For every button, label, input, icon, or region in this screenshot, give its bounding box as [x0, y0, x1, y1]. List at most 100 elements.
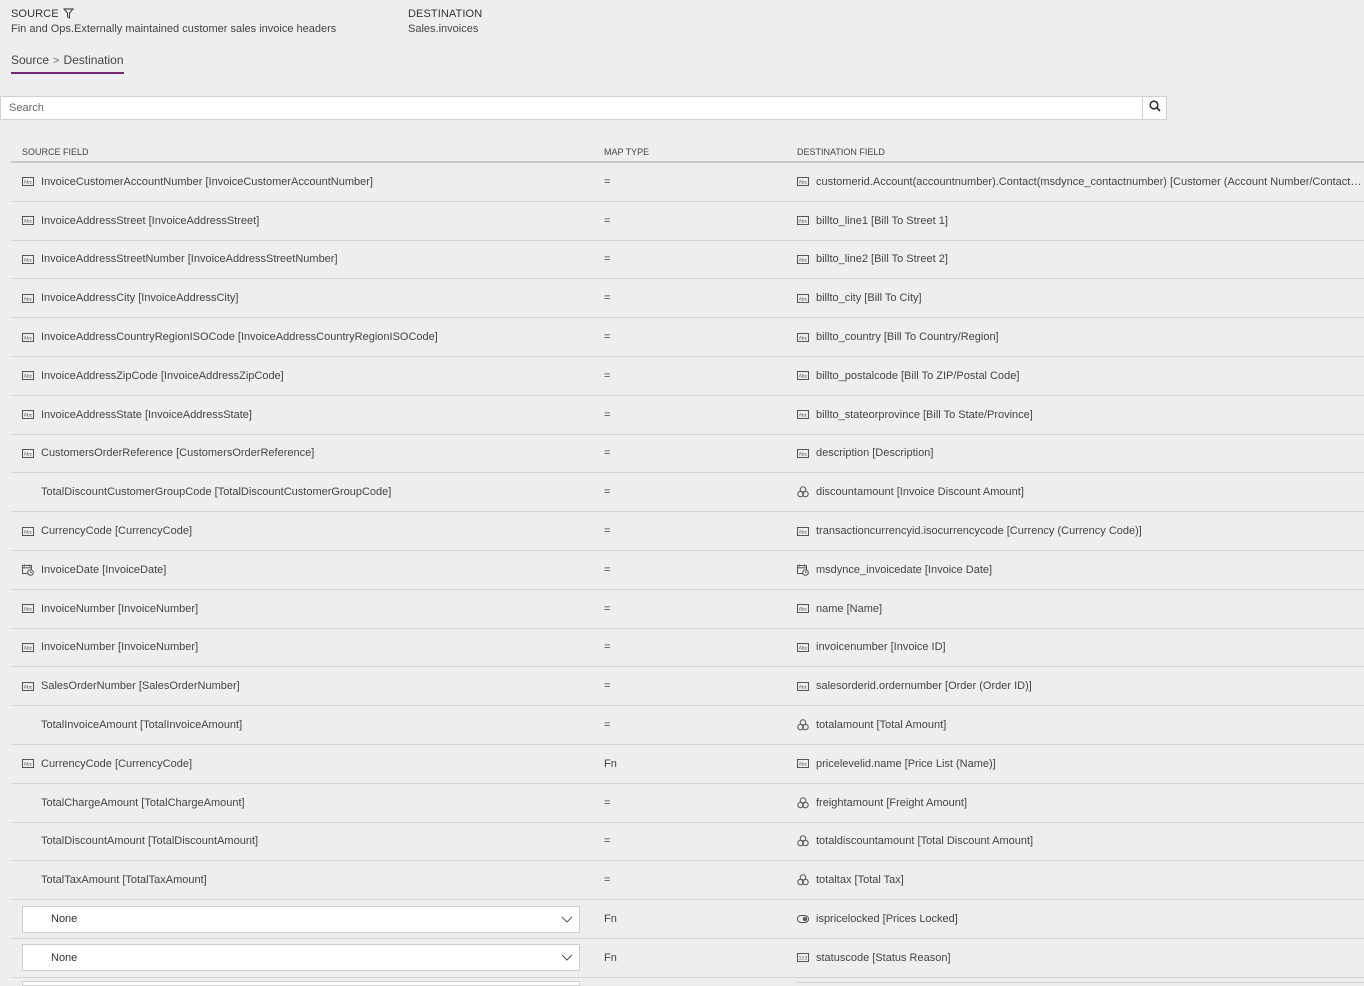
map-type-value[interactable]: =: [604, 253, 610, 265]
destination-field-name: totalamount [Total Amount]: [816, 719, 947, 732]
destination-field-cell: Abc description [Description]: [787, 447, 1364, 459]
destination-field-cell: msdynce_invoicedate [Invoice Date]: [787, 564, 1364, 576]
map-type-cell: =: [593, 409, 787, 421]
column-header-destination-field[interactable]: DESTINATION FIELD: [787, 147, 1364, 157]
mapping-row[interactable]: Abc CurrencyCode [CurrencyCode] Fn Abc pr…: [11, 745, 1364, 784]
mapping-row[interactable]: Abc CustomersOrderReference [CustomersOr…: [11, 435, 1364, 474]
mapping-row[interactable]: None Fn 123 statuscode [Status Reason]: [11, 939, 1364, 978]
source-field-cell: None: [11, 905, 593, 933]
destination-field-cell: totalamount [Total Amount]: [787, 719, 1364, 731]
mapping-row[interactable]: Abc InvoiceAddressState [InvoiceAddressS…: [11, 396, 1364, 435]
mapping-row[interactable]: TotalTaxAmount [TotalTaxAmount] = totalta…: [11, 861, 1364, 901]
source-field-select[interactable]: None: [22, 944, 580, 972]
map-type-value[interactable]: =: [604, 292, 610, 304]
map-type-value[interactable]: =: [604, 680, 610, 692]
number-field-icon: 123: [797, 952, 809, 964]
svg-text:Abc: Abc: [799, 335, 808, 341]
destination-field-name: ispricelocked [Prices Locked]: [816, 913, 958, 926]
mapping-row[interactable]: Abc InvoiceCustomerAccountNumber [Invoic…: [11, 163, 1364, 202]
map-type-value[interactable]: =: [604, 409, 610, 421]
svg-text:Abc: Abc: [799, 606, 808, 612]
map-type-cell: =: [593, 525, 787, 537]
mapping-row[interactable]: Abc InvoiceAddressCity [InvoiceAddressCi…: [11, 279, 1364, 319]
map-type-value[interactable]: =: [604, 835, 610, 847]
tab-source-destination[interactable]: Source > Destination: [11, 53, 124, 74]
map-type-cell: =: [593, 603, 787, 615]
map-type-value[interactable]: Fn: [604, 758, 617, 770]
destination-field-name: totaldiscountamount [Total Discount Amou…: [816, 835, 1034, 848]
destination-field-name: freightamount [Freight Amount]: [816, 796, 968, 809]
map-type-value[interactable]: =: [604, 797, 610, 809]
search-button[interactable]: [1142, 97, 1166, 119]
mapping-row[interactable]: None Fn ispricelocked [Prices Locked]: [11, 900, 1364, 939]
text-field-icon: Abc: [22, 370, 34, 382]
source-field-select[interactable]: None: [22, 905, 580, 933]
destination-field-cell: totaldiscountamount [Total Discount Amou…: [787, 835, 1364, 847]
map-type-value[interactable]: =: [604, 370, 610, 382]
map-type-value[interactable]: =: [604, 176, 610, 188]
map-type-value[interactable]: Fn: [604, 952, 617, 964]
source-field-cell: TotalTaxAmount [TotalTaxAmount]: [11, 874, 593, 886]
map-type-value[interactable]: =: [604, 719, 610, 731]
map-type-value[interactable]: =: [604, 564, 610, 576]
source-field-cell: Abc CurrencyCode [CurrencyCode]: [11, 758, 593, 770]
destination-field-name: customerid.Account(accountnumber).Contac…: [816, 175, 1364, 188]
field-mapping-table: SOURCE FIELD MAP TYPE DESTINATION FIELD …: [11, 143, 1364, 978]
text-field-icon: Abc: [22, 758, 34, 770]
currency-field-icon: [797, 719, 809, 731]
map-type-value[interactable]: =: [604, 874, 610, 886]
map-type-value[interactable]: =: [604, 641, 610, 653]
search-input[interactable]: [1, 97, 1142, 119]
source-field-name: InvoiceCustomerAccountNumber [InvoiceCus…: [41, 175, 373, 188]
map-type-value[interactable]: =: [604, 447, 610, 459]
map-type-cell: =: [593, 253, 787, 265]
mapping-row[interactable]: Abc SalesOrderNumber [SalesOrderNumber] =…: [11, 667, 1364, 707]
map-type-cell: Fn: [593, 952, 787, 964]
mapping-row[interactable]: TotalInvoiceAmount [TotalInvoiceAmount] =…: [11, 706, 1364, 745]
currency-field-icon: [797, 796, 809, 809]
mapping-row[interactable]: Abc InvoiceAddressStreet [InvoiceAddress…: [11, 202, 1364, 241]
destination-field-cell: Abc billto_stateorprovince [Bill To Stat…: [787, 409, 1364, 421]
column-header-source-field[interactable]: SOURCE FIELD: [11, 147, 593, 157]
destination-field-name: billto_postalcode [Bill To ZIP/Postal Co…: [816, 369, 1020, 382]
source-field-cell: Abc InvoiceAddressStreetNumber [InvoiceA…: [11, 253, 593, 265]
mapping-row[interactable]: Abc InvoiceNumber [InvoiceNumber] = Abc n…: [11, 590, 1364, 629]
svg-text:Abc: Abc: [24, 374, 33, 380]
svg-text:Abc: Abc: [24, 257, 33, 263]
text-field-icon: Abc: [22, 176, 34, 188]
map-type-value[interactable]: =: [604, 215, 610, 227]
filter-icon[interactable]: [62, 8, 74, 19]
mapping-row[interactable]: Abc InvoiceAddressZipCode [InvoiceAddres…: [11, 357, 1364, 396]
source-field-name: InvoiceAddressCity [InvoiceAddressCity]: [41, 292, 239, 305]
source-field-name: InvoiceAddressState [InvoiceAddressState…: [41, 408, 252, 421]
destination-field-cell: Abc billto_postalcode [Bill To ZIP/Posta…: [787, 370, 1364, 382]
map-type-value[interactable]: Fn: [604, 913, 617, 925]
source-field-cell: InvoiceDate [InvoiceDate]: [11, 564, 593, 576]
map-type-value[interactable]: =: [604, 486, 610, 498]
destination-field-name: billto_city [Bill To City]: [816, 292, 922, 305]
map-type-value[interactable]: =: [604, 525, 610, 537]
source-field-name: InvoiceAddressCountryRegionISOCode [Invo…: [41, 331, 438, 344]
text-field-icon: Abc: [797, 253, 809, 265]
mapping-row[interactable]: TotalDiscountAmount [TotalDiscountAmount…: [11, 823, 1364, 862]
svg-text:Abc: Abc: [799, 296, 808, 302]
mapping-row[interactable]: TotalChargeAmount [TotalChargeAmount] = f…: [11, 784, 1364, 823]
destination-field-name: invoicenumber [Invoice ID]: [816, 641, 946, 654]
source-field-name: InvoiceDate [InvoiceDate]: [41, 563, 167, 576]
mapping-row[interactable]: Abc InvoiceNumber [InvoiceNumber] = Abc i…: [11, 629, 1364, 668]
destination-field-cell: Abc pricelevelid.name [Price List (Name)…: [787, 758, 1364, 770]
text-field-icon: Abc: [22, 292, 34, 304]
column-header-map-type[interactable]: MAP TYPE: [593, 147, 787, 157]
mapping-row[interactable]: Abc InvoiceAddressStreetNumber [InvoiceA…: [11, 241, 1364, 280]
mapping-row[interactable]: TotalDiscountCustomerGroupCode [TotalDis…: [11, 473, 1364, 513]
source-field-name: TotalChargeAmount [TotalChargeAmount]: [41, 796, 245, 809]
mapping-row[interactable]: Abc InvoiceAddressCountryRegionISOCode […: [11, 318, 1364, 357]
map-type-value[interactable]: =: [604, 603, 610, 615]
svg-text:Abc: Abc: [799, 684, 808, 690]
destination-field-cell: Abc salesorderid.ordernumber [Order (Ord…: [787, 680, 1364, 692]
mapping-row[interactable]: Abc CurrencyCode [CurrencyCode] = Abc tra…: [11, 512, 1364, 551]
mapping-row[interactable]: InvoiceDate [InvoiceDate] = msdynce_invoi…: [11, 551, 1364, 590]
map-type-cell: Fn: [593, 913, 787, 925]
destination-field-name: name [Name]: [816, 602, 883, 615]
map-type-value[interactable]: =: [604, 331, 610, 343]
